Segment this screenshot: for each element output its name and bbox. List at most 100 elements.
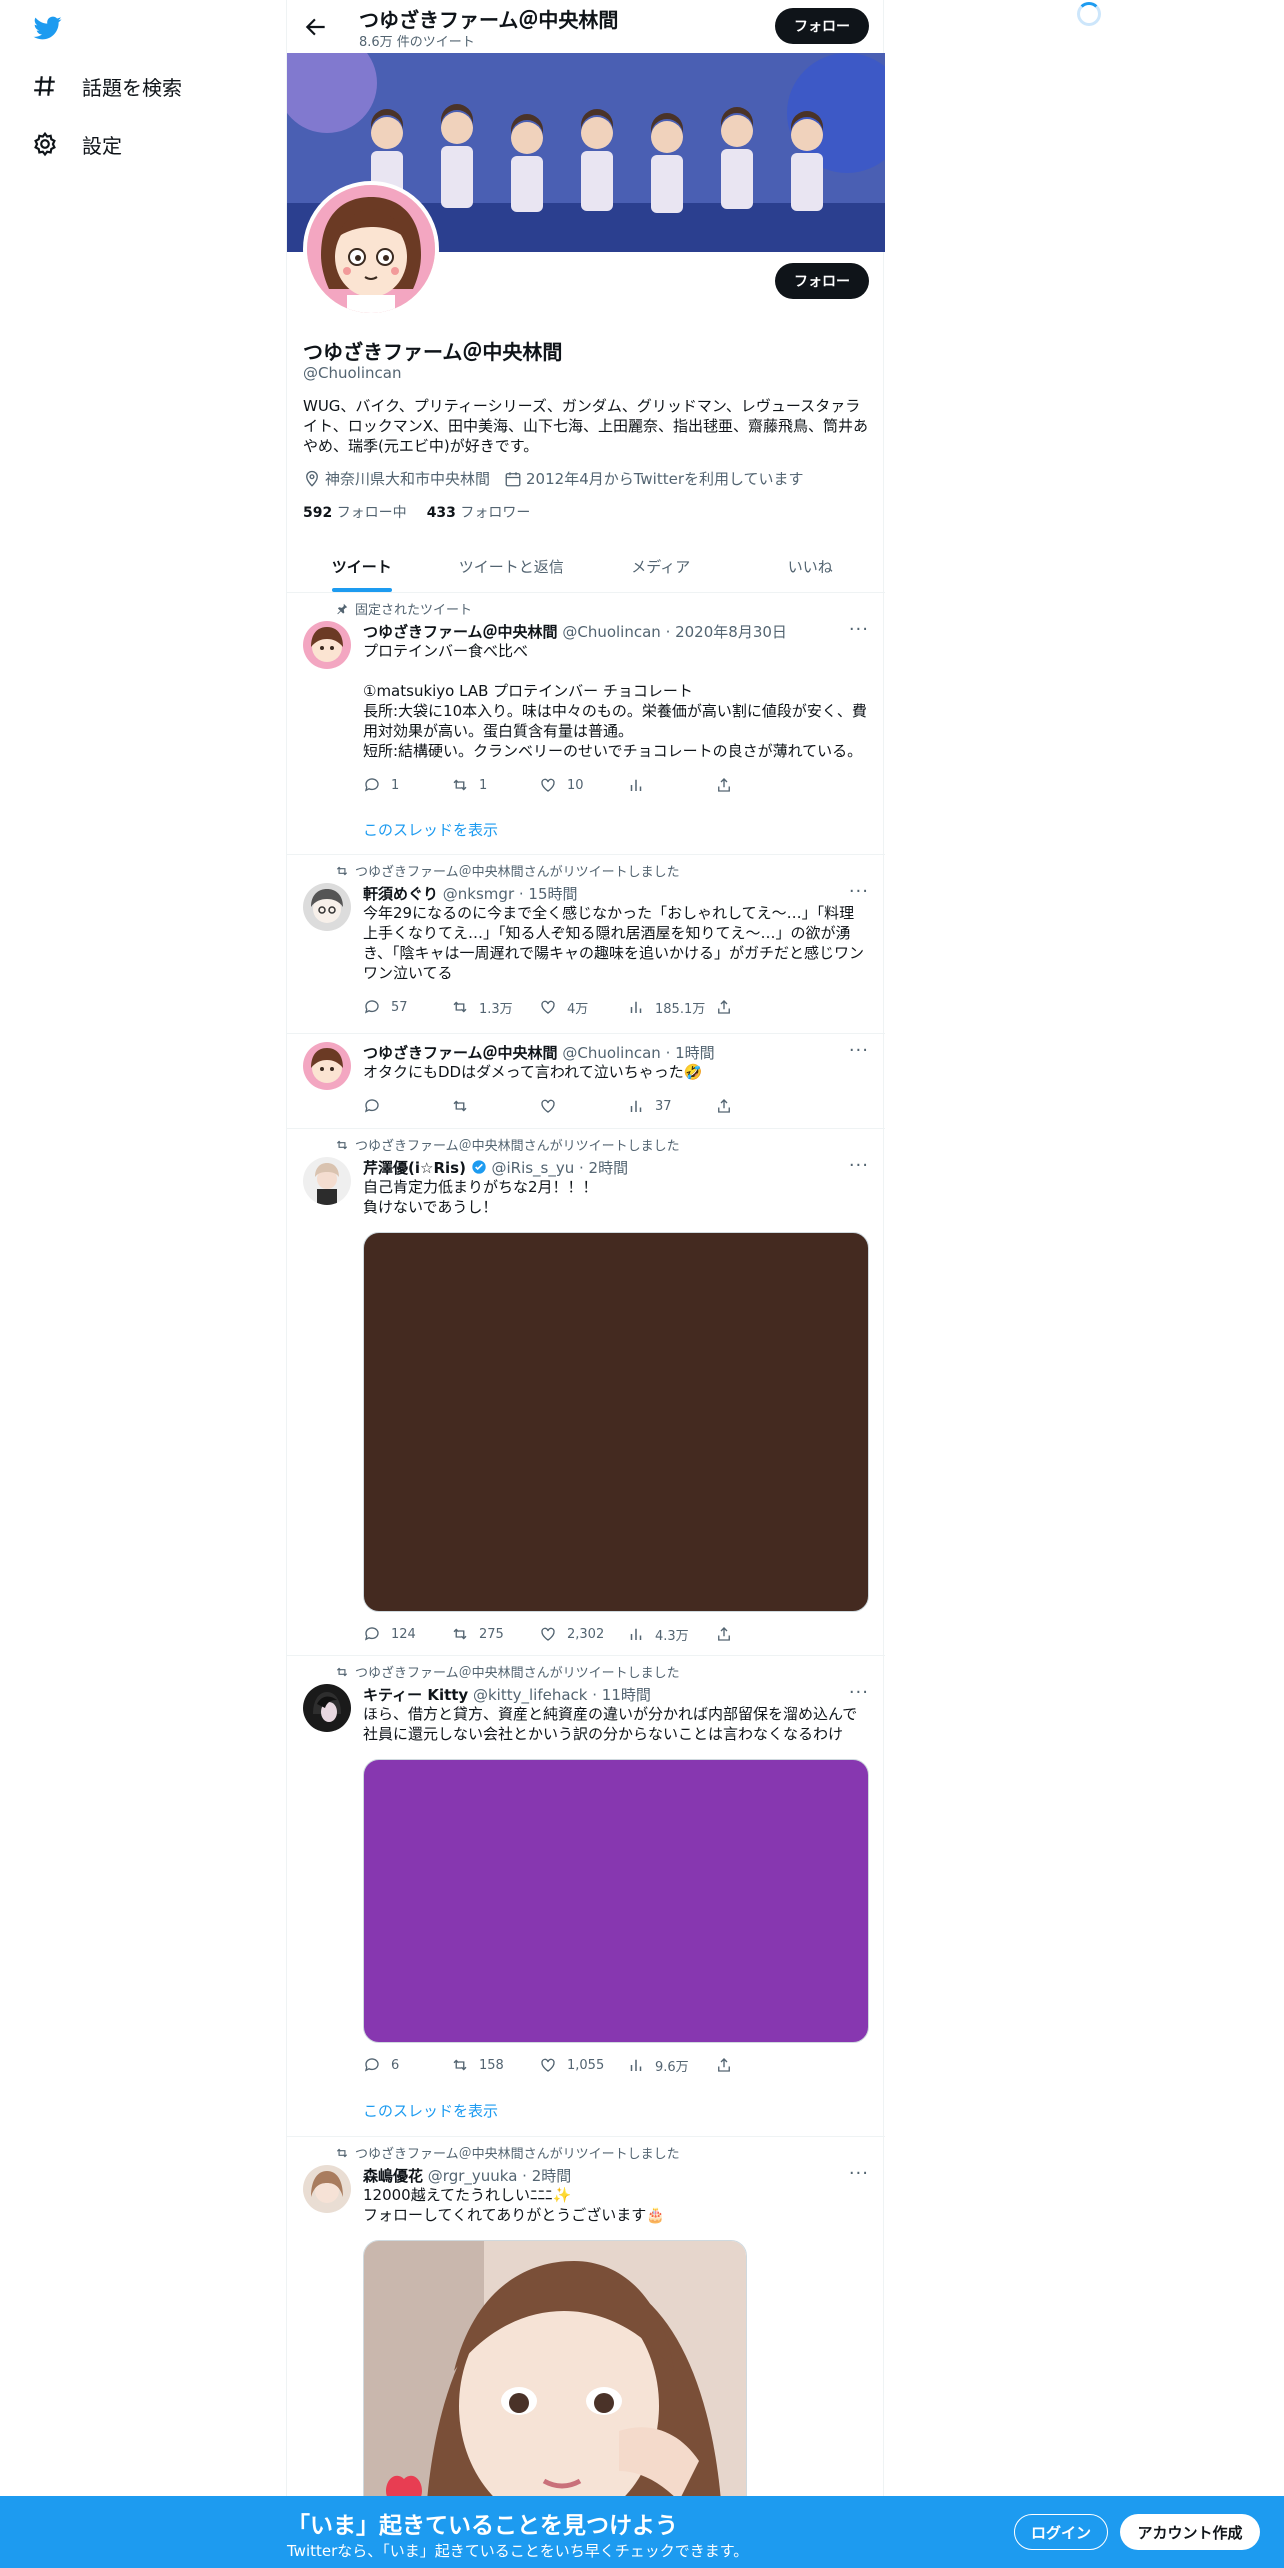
more-options-icon[interactable]: ··· (849, 1040, 869, 1061)
tweet-author-name[interactable]: 芹澤優(i☆Ris) (363, 1159, 466, 1177)
location-pin-icon (306, 470, 318, 487)
views-button[interactable]: 4.3万 (627, 1624, 715, 1644)
like-button[interactable]: 4万 (539, 997, 627, 1017)
profile-avatar[interactable] (303, 181, 439, 317)
more-options-icon[interactable]: ··· (849, 1682, 869, 1703)
tab-media[interactable]: メディア (586, 540, 736, 592)
tweet-media-image[interactable] (363, 1759, 869, 2043)
retweet-icon (336, 1667, 348, 1676)
tweet-author-handle[interactable]: @kitty_lifehack · 11時間 (473, 1686, 651, 1704)
like-button[interactable]: 10 (539, 775, 627, 795)
retweet-button[interactable] (451, 1096, 539, 1116)
reply-button[interactable]: 124 (363, 1624, 451, 1644)
retweet-button[interactable]: 275 (451, 1624, 539, 1644)
avatar[interactable] (303, 1042, 351, 1090)
tweet-author-name[interactable]: つゆざきファーム＠中央林間 (363, 623, 558, 641)
tweet-item[interactable]: 固定されたツイート つゆざきファーム＠中央林間 @Chuolincan · 20… (287, 593, 885, 855)
views-count: 4.3万 (655, 1628, 689, 1644)
like-button[interactable]: 2,302 (539, 1624, 627, 1644)
tweet-author-handle[interactable]: @rgr_yuuka · 2時間 (428, 2167, 571, 2185)
reply-count: 57 (391, 999, 408, 1015)
avatar[interactable] (303, 883, 351, 931)
avatar[interactable] (303, 2165, 351, 2213)
tweet-author-handle[interactable]: @Chuolincan · 2020年8月30日 (562, 623, 787, 641)
login-button[interactable]: ログイン (1014, 2514, 1108, 2550)
show-thread-link[interactable]: このスレッドを表示 (363, 2100, 498, 2121)
tweet-header: 軒須めぐり @nksmgr · 15時間 (363, 883, 578, 904)
reply-count: 6 (391, 2057, 400, 2073)
reply-button[interactable]: 1 (363, 775, 451, 795)
followers-label: フォロワー (460, 505, 531, 521)
more-options-icon[interactable]: ··· (849, 1155, 869, 1176)
tweet-actions: 124 275 2,302 4.3万 (363, 1624, 803, 1644)
avatar[interactable] (303, 621, 351, 669)
tab-tweets-replies[interactable]: ツイートと返信 (437, 540, 587, 592)
tweet-author-name[interactable]: 森嶋優花 (363, 2167, 423, 2185)
like-count: 10 (567, 777, 584, 793)
followers-count: 433 (426, 505, 456, 521)
heart-icon (541, 1000, 555, 1014)
retweet-button[interactable]: 158 (451, 2055, 539, 2075)
share-button[interactable] (715, 997, 803, 1017)
tab-likes[interactable]: いいね (736, 540, 886, 592)
retweet-count: 158 (479, 2057, 504, 2073)
nav-settings[interactable]: 設定 (32, 120, 122, 168)
tweet-author-handle[interactable]: @Chuolincan · 1時間 (562, 1044, 714, 1062)
profile-follow-button[interactable]: フォロー (775, 263, 869, 299)
retweet-button[interactable]: 1.3万 (451, 997, 539, 1017)
nav-explore[interactable]: 話題を検索 (32, 62, 182, 110)
pinned-context-text: 固定されたツイート (355, 603, 473, 618)
following-link[interactable]: 592 フォロー中 (303, 502, 407, 522)
tweet-item[interactable]: つゆざきファーム＠中央林間さんがリツイートしました キティー Kitty @ki… (287, 1656, 885, 2137)
reply-button[interactable]: 6 (363, 2055, 451, 2075)
show-thread-link[interactable]: このスレッドを表示 (363, 819, 498, 840)
following-count: 592 (303, 505, 333, 521)
retweet-count: 1.3万 (479, 1001, 513, 1017)
share-button[interactable] (715, 1624, 803, 1644)
share-icon (718, 1000, 730, 1014)
tweet-text: プロテインバー食べ比べ ①matsukiyo LAB プロテインバー チョコレー… (363, 642, 867, 760)
tweet-author-name[interactable]: キティー Kitty (363, 1686, 468, 1704)
retweet-context: つゆざきファーム＠中央林間さんがリツイートしました (335, 1662, 680, 1681)
back-arrow-icon[interactable] (303, 14, 329, 40)
like-button[interactable] (539, 1096, 627, 1116)
tweet-item[interactable]: つゆざきファーム＠中央林間さんがリツイートしました 芹澤優(i☆Ris) @iR… (287, 1129, 885, 1656)
share-button[interactable] (715, 1096, 803, 1116)
tweet-author-handle[interactable]: @nksmgr · 15時間 (443, 885, 578, 903)
tab-tweets[interactable]: ツイート (287, 540, 437, 592)
views-button[interactable]: 37 (627, 1096, 715, 1116)
views-button[interactable]: 9.6万 (627, 2055, 715, 2075)
twitter-logo-icon[interactable] (32, 14, 64, 42)
retweet-button[interactable]: 1 (451, 775, 539, 795)
profile-name: つゆざきファーム＠中央林間 (303, 340, 563, 364)
reply-button[interactable] (363, 1096, 451, 1116)
more-options-icon[interactable]: ··· (849, 881, 869, 902)
tweet-author-name[interactable]: 軒須めぐり (363, 885, 438, 903)
header-follow-button[interactable]: フォロー (775, 8, 869, 44)
tweet-item[interactable]: つゆざきファーム＠中央林間 @Chuolincan · 1時間 ··· オタクに… (287, 1034, 885, 1129)
views-button[interactable] (627, 775, 715, 795)
avatar[interactable] (303, 1157, 351, 1205)
share-button[interactable] (715, 775, 803, 795)
retweet-context-text: つゆざきファーム＠中央林間さんがリツイートしました (355, 1666, 680, 1681)
signup-button[interactable]: アカウント作成 (1120, 2514, 1260, 2550)
retweet-icon (453, 1001, 467, 1013)
retweet-icon (336, 2148, 348, 2157)
avatar[interactable] (303, 1684, 351, 1732)
reply-button[interactable]: 57 (363, 997, 451, 1017)
tweet-author-handle[interactable]: @iRis_s_yu · 2時間 (491, 1159, 628, 1177)
like-button[interactable]: 1,055 (539, 2055, 627, 2075)
retweet-context-text: つゆざきファーム＠中央林間さんがリツイートしました (355, 1139, 680, 1154)
loading-spinner-icon (1077, 2, 1101, 26)
more-options-icon[interactable]: ··· (849, 619, 869, 640)
bar-chart-icon (630, 779, 642, 791)
retweet-count: 1 (479, 777, 488, 793)
share-button[interactable] (715, 2055, 803, 2075)
followers-link[interactable]: 433 フォロワー (427, 502, 531, 522)
more-options-icon[interactable]: ··· (849, 2163, 869, 2184)
profile-joined: 2012年4月からTwitterを利用しています (504, 468, 804, 489)
views-button[interactable]: 185.1万 (627, 997, 715, 1017)
tweet-item[interactable]: つゆざきファーム＠中央林間さんがリツイートしました 軒須めぐり @nksmgr … (287, 855, 885, 1034)
tweet-author-name[interactable]: つゆざきファーム＠中央林間 (363, 1044, 558, 1062)
tweet-media-image[interactable] (363, 1232, 869, 1612)
